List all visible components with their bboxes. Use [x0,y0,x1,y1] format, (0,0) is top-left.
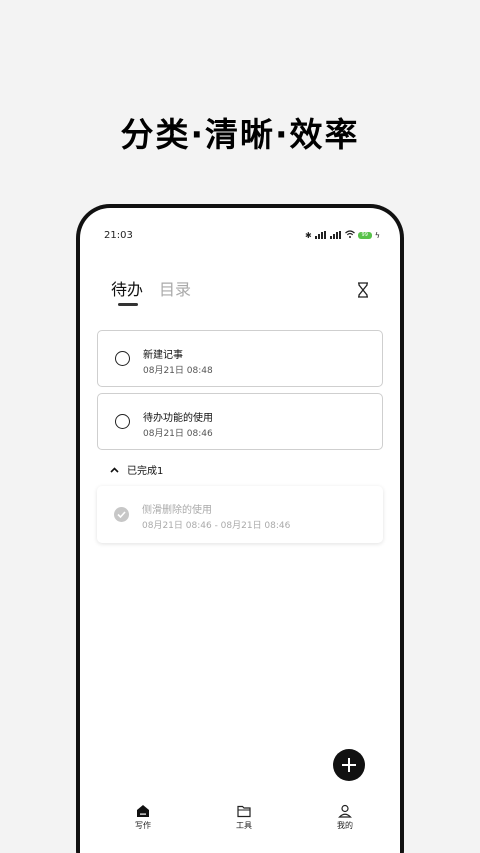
tab-bar: 待办 目录 [111,276,191,300]
add-button[interactable] [333,749,365,781]
todo-item[interactable]: 待办功能的使用 08月21日 08:46 [97,393,383,450]
user-icon [338,804,352,818]
todo-title: 待办功能的使用 [143,413,213,424]
hourglass-icon[interactable] [356,282,370,298]
completed-section-header[interactable]: 已完成1 [110,462,163,477]
nav-item-mine[interactable]: 我的 [320,804,370,831]
chevron-up-icon [110,466,119,473]
bottom-nav: 写作 工具 我的 [80,804,400,844]
nav-item-write[interactable]: 写作 [118,804,168,831]
charging-icon: ϟ [374,230,380,240]
status-bar: 21:03 ✱ 99 ϟ [104,228,380,242]
battery-icon: 99 [357,231,372,239]
completed-count-label: 已完成1 [127,466,164,477]
todo-item[interactable]: 新建记事 08月21日 08:48 [97,330,383,387]
nav-label-mine: 我的 [337,821,353,830]
completed-time: 08月21日 08:46 - 08月21日 08:46 [142,521,291,531]
folder-icon [237,805,251,818]
signal-icon [314,231,327,239]
tab-catalog[interactable]: 目录 [159,276,191,300]
todo-time: 08月21日 08:48 [143,366,213,376]
checked-icon[interactable] [114,507,129,522]
todo-time: 08月21日 08:46 [143,429,213,439]
completed-title: 侧滑删除的使用 [142,505,212,516]
headline: 分类·清晰·效率 [120,115,360,154]
bluetooth-icon: ✱ [305,230,312,240]
status-time: 21:03 [104,229,133,241]
todo-checkbox[interactable] [115,351,130,366]
todo-checkbox[interactable] [115,414,130,429]
signal-icon-2 [329,231,342,239]
home-icon [137,805,149,817]
completed-item[interactable]: 侧滑删除的使用 08月21日 08:46 - 08月21日 08:46 [97,486,383,543]
todo-title: 新建记事 [143,350,183,361]
promo-page: 分类·清晰·效率 21:03 ✱ 99 ϟ 待办 目录 新建记事 08月21日 … [0,0,480,853]
tab-underline [118,303,138,306]
nav-label-tools: 工具 [236,821,252,830]
wifi-icon [344,230,355,240]
status-icons: ✱ 99 ϟ [305,230,380,240]
phone-frame: 21:03 ✱ 99 ϟ 待办 目录 新建记事 08月21日 08:48 待办功… [76,204,404,853]
plus-icon [342,758,356,772]
nav-item-tools[interactable]: 工具 [219,804,269,831]
phone-screen: 21:03 ✱ 99 ϟ 待办 目录 新建记事 08月21日 08:48 待办功… [80,208,400,853]
nav-label-write: 写作 [135,821,151,830]
tab-todo[interactable]: 待办 [111,276,143,300]
